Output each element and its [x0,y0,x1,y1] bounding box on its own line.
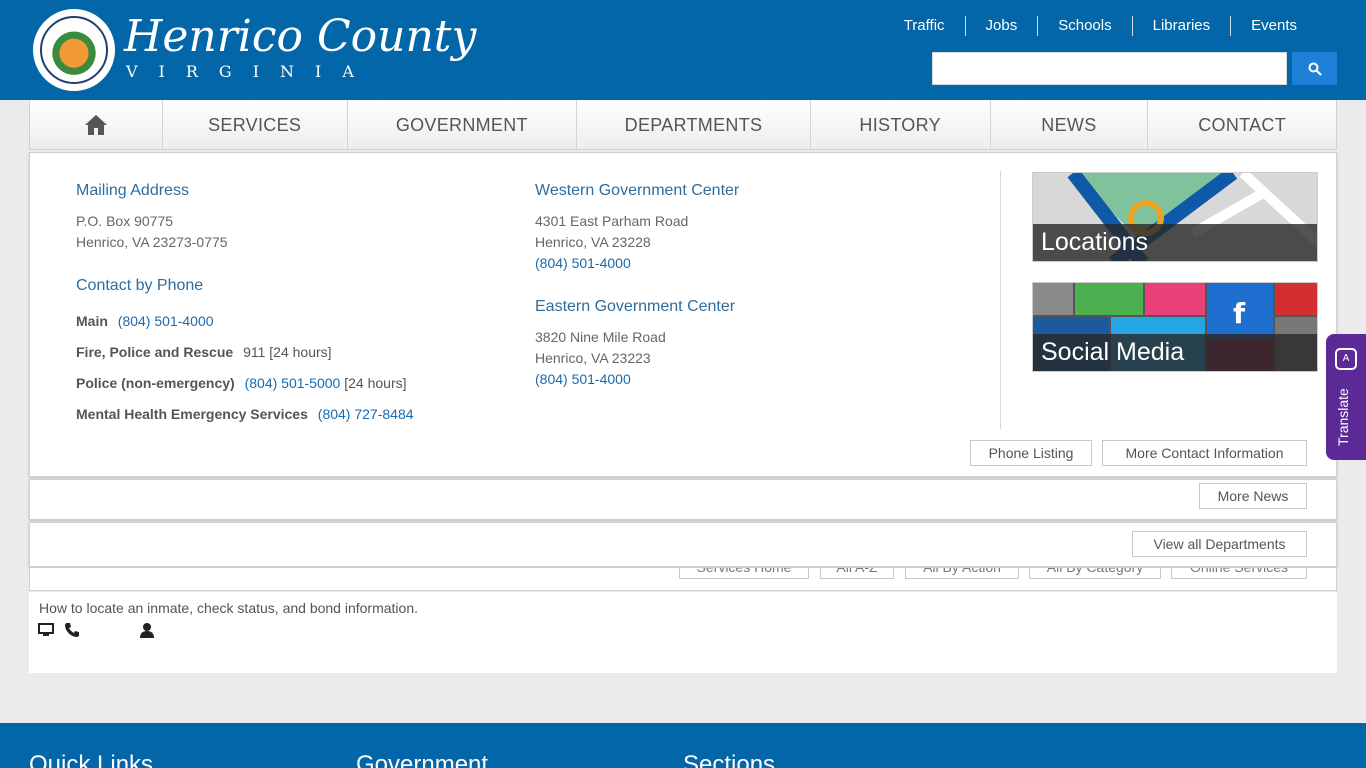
contact-phone-heading: Contact by Phone [76,277,204,294]
seal-emblem [40,16,108,84]
service-description: How to locate an inmate, check status, a… [39,600,418,616]
all-a-z-button[interactable]: All A-Z [820,568,894,579]
phone-label: Mental Health Emergency Services [76,406,308,422]
site-footer: Quick Links Government Sections [0,723,1366,768]
western-center-address: 4301 East Parham Road Henrico, VA 23228 … [535,211,688,274]
view-all-departments-button[interactable]: View all Departments [1132,531,1307,557]
nav-history[interactable]: HISTORY [809,100,990,150]
mailing-line-1: P.O. Box 90775 [76,213,174,229]
phone-number-link[interactable]: (804) 727-8484 [318,406,414,422]
phone-row-police-non-emergency: Police (non-emergency) (804) 501-5000 [2… [76,375,407,391]
mailing-line-2: Henrico, VA 23273-0775 [76,234,228,250]
phone-icon [64,622,80,638]
phone-note: [24 hours] [269,344,332,360]
phone-number-link[interactable]: (804) 501-4000 [118,313,214,329]
site-title[interactable]: Henrico County [124,14,476,60]
online-icon [38,622,54,638]
eastern-center-address: 3820 Nine Mile Road Henrico, VA 23223 (8… [535,327,666,390]
site-header: Henrico County VIRGINIA Traffic Jobs Sch… [0,0,1366,100]
social-media-tile-label: Social Media [1033,334,1317,371]
footer-quick-links-heading: Quick Links [29,751,154,768]
top-link-libraries[interactable]: Libraries [1131,16,1231,36]
eastern-line-1: 3820 Nine Mile Road [535,329,666,345]
all-by-category-button[interactable]: All By Category [1029,568,1161,579]
phone-note: [24 hours] [344,375,407,391]
western-line-1: 4301 East Parham Road [535,213,689,229]
column-divider [1000,171,1001,429]
departments-dropdown-panel: View all Departments [29,522,1337,567]
translate-label: Translate [1335,388,1351,446]
nav-government[interactable]: GOVERNMENT [346,100,577,150]
eastern-line-2: Henrico, VA 23223 [535,350,651,366]
phone-number: 911 [243,344,266,360]
footer-sections-heading: Sections [683,751,776,768]
home-icon [84,115,107,135]
nav-services[interactable]: SERVICES [161,100,347,150]
locations-tile-label: Locations [1033,224,1317,261]
nav-home[interactable] [30,100,162,150]
phone-row-fire-police-rescue: Fire, Police and Rescue 911 [24 hours] [76,344,332,360]
svg-text:f: f [1233,297,1246,330]
phone-label: Police (non-emergency) [76,375,235,391]
top-link-events[interactable]: Events [1230,16,1317,36]
phone-label: Fire, Police and Rescue [76,344,234,360]
mailing-address: P.O. Box 90775 Henrico, VA 23273-0775 [76,211,228,253]
eastern-phone-link[interactable]: (804) 501-4000 [535,369,666,390]
main-nav: SERVICES GOVERNMENT DEPARTMENTS HISTORY … [29,100,1337,150]
search-icon [1308,62,1322,76]
phone-label: Main [76,313,108,329]
more-news-button[interactable]: More News [1199,483,1307,509]
locations-tile[interactable]: Locations [1032,172,1318,262]
translate-icon: A [1335,348,1357,370]
phone-number-link[interactable]: (804) 501-5000 [245,375,341,391]
utility-links: Traffic Jobs Schools Libraries Events [884,15,1317,37]
western-phone-link[interactable]: (804) 501-4000 [535,253,688,274]
search-input[interactable] [932,52,1287,85]
search-button[interactable] [1292,52,1337,85]
online-services-button[interactable]: Online Services [1171,568,1307,579]
phone-row-mental-health: Mental Health Emergency Services (804) 7… [76,406,414,422]
county-seal-logo[interactable] [33,9,115,91]
contact-dropdown-panel: Mailing Address P.O. Box 90775 Henrico, … [29,152,1337,477]
site-subtitle: VIRGINIA [126,62,375,81]
translate-button[interactable]: A Translate [1326,334,1366,460]
western-center-heading[interactable]: Western Government Center [535,182,739,200]
services-home-button[interactable]: Services Home [679,568,809,579]
nav-news[interactable]: NEWS [989,100,1148,150]
service-content: How to locate an inmate, check status, a… [29,592,1337,673]
more-contact-info-button[interactable]: More Contact Information [1102,440,1307,466]
western-line-2: Henrico, VA 23228 [535,234,651,250]
all-by-action-button[interactable]: All By Action [905,568,1019,579]
news-dropdown-panel: More News [29,479,1337,520]
nav-contact[interactable]: CONTACT [1147,100,1336,150]
eastern-center-heading[interactable]: Eastern Government Center [535,298,735,316]
phone-row-main: Main (804) 501-4000 [76,313,214,329]
mailing-address-heading: Mailing Address [76,182,189,199]
social-media-tile[interactable]: f Social Media [1032,282,1318,372]
footer-government-heading: Government [356,751,489,768]
in-person-icon [139,622,155,638]
top-link-schools[interactable]: Schools [1037,16,1131,36]
nav-departments[interactable]: DEPARTMENTS [576,100,810,150]
phone-listing-button[interactable]: Phone Listing [970,440,1092,466]
top-link-jobs[interactable]: Jobs [964,16,1038,36]
services-dropdown-panel: Services Home All A-Z All By Action All … [29,567,1337,591]
top-link-traffic[interactable]: Traffic [884,16,965,36]
